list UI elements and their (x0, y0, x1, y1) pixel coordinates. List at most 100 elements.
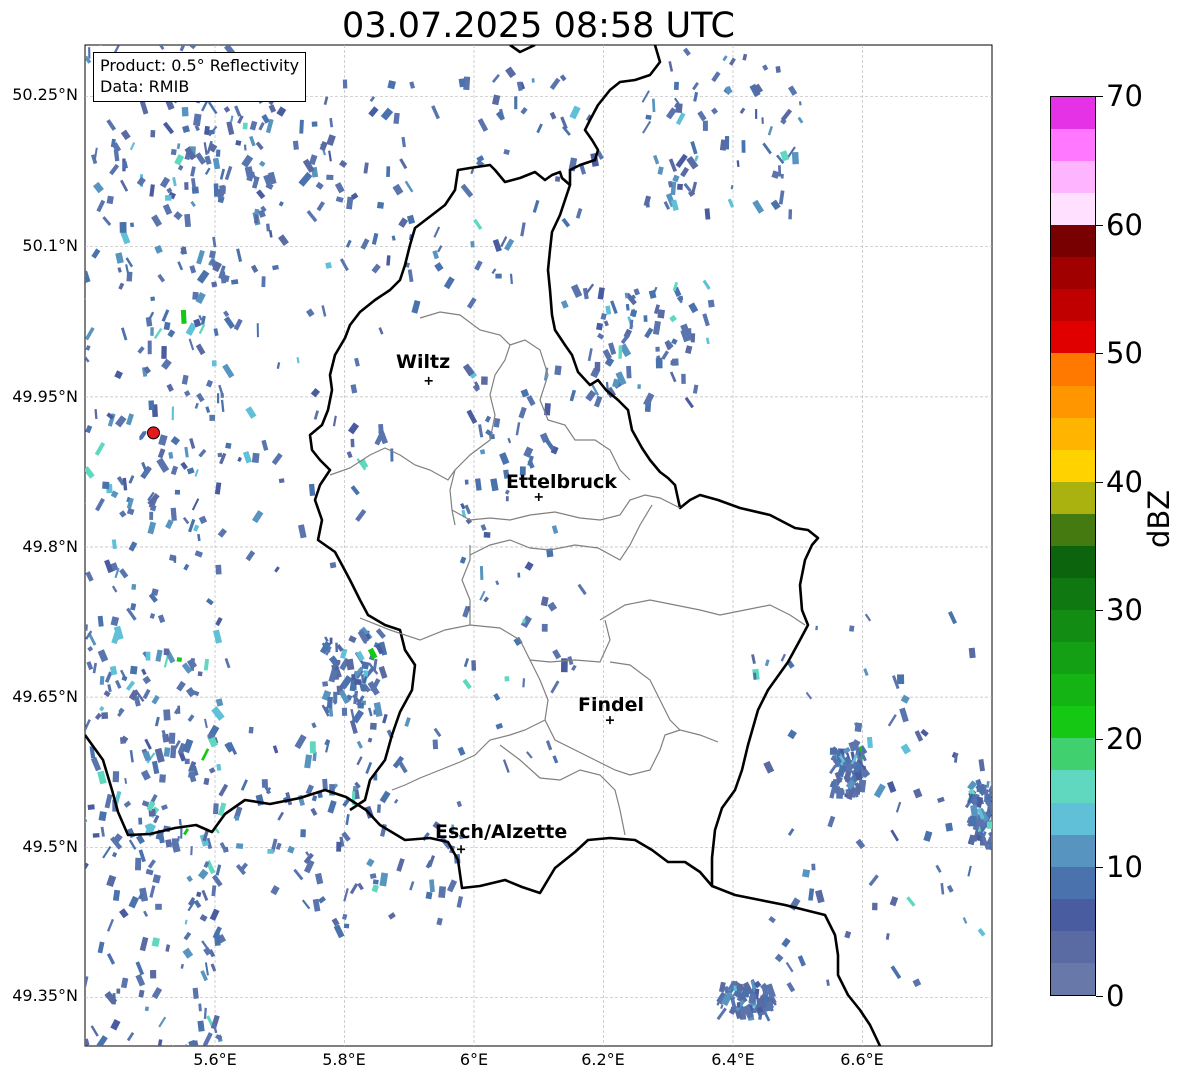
echo-cell (386, 166, 391, 178)
city-label-wiltz: Wiltz (396, 351, 451, 373)
echo-cell (58, 579, 67, 593)
echo-cell (425, 891, 433, 900)
echo-cell (322, 778, 328, 790)
echo-cell (184, 758, 190, 765)
echo-cell (74, 587, 81, 595)
echo-cell (170, 148, 177, 156)
echo-cell (991, 796, 992, 804)
echo-cell (681, 373, 686, 384)
echo-cell (357, 702, 364, 709)
echo-cell (554, 365, 562, 376)
echo-cell (788, 209, 793, 220)
echo-cell (60, 318, 71, 330)
colorbar-segment (1051, 481, 1095, 514)
lat-label: 49.8°N (22, 537, 78, 556)
echo-cell (791, 151, 799, 165)
echo-cell (145, 651, 151, 661)
echo-cell (55, 278, 61, 285)
lat-label: 49.65°N (12, 687, 78, 706)
echo-cell (657, 309, 665, 319)
echo-cell (61, 476, 67, 490)
echo-cell (209, 414, 216, 421)
echo-cell (155, 903, 162, 910)
echo-cell (815, 625, 818, 631)
echo-cell (471, 660, 477, 671)
echo-cell (168, 732, 176, 744)
echo-cell (848, 625, 855, 632)
lat-label: 49.95°N (12, 387, 78, 406)
lon-label: 5.8°E (322, 1050, 366, 1069)
echo-cell (309, 741, 316, 754)
echo-cell (50, 108, 61, 122)
echo-cell (618, 345, 623, 359)
echo-cell (994, 712, 1000, 718)
radar-map[interactable] (0, 0, 1184, 1081)
echo-cell (505, 496, 509, 502)
echo-cell (514, 96, 518, 110)
echo-cell (108, 18, 120, 30)
echo-cell (81, 1, 91, 16)
echo-cell (52, 808, 57, 815)
echo-cell (261, 276, 266, 288)
echo-cell (73, 1, 82, 11)
echo-cell (171, 838, 178, 845)
colorbar-tick-label: 50 (1106, 336, 1143, 371)
echo-cell (50, 1046, 54, 1053)
echo-cell (211, 281, 218, 288)
colorbar-segment (1051, 321, 1095, 354)
echo-cell (351, 674, 356, 680)
echo-cell (48, 776, 55, 785)
echo-cell (197, 671, 203, 677)
echo-cell (76, 753, 83, 759)
echo-cell (676, 183, 683, 191)
echo-cell (50, 651, 55, 657)
echo-cell (144, 1006, 149, 1012)
lat-label: 49.35°N (12, 986, 78, 1005)
echo-cell (211, 360, 217, 367)
echo-cell (376, 804, 381, 813)
colorbar-tick-mark (1096, 610, 1103, 612)
echo-cell (991, 816, 992, 828)
echo-cell (802, 869, 811, 878)
echo-cell (481, 376, 488, 385)
echo-cell (811, 863, 816, 871)
echo-cell (72, 783, 76, 791)
echo-cell (119, 221, 127, 233)
echo-cell (53, 26, 61, 37)
echo-cell (755, 109, 758, 119)
echo-cell (362, 685, 366, 692)
echo-cell (63, 598, 70, 609)
echo-cell (217, 452, 223, 458)
echo-cell (42, 633, 48, 642)
echo-cell (215, 564, 222, 575)
echo-cell (376, 201, 385, 209)
echo-cell (655, 357, 663, 369)
echo-cell (254, 214, 259, 224)
echo-cell (114, 1058, 118, 1063)
colorbar-tick-label: 0 (1106, 979, 1125, 1013)
echo-cell (470, 241, 475, 248)
echo-cell (182, 23, 190, 32)
echo-cell (733, 985, 737, 992)
echo-cell (165, 194, 172, 201)
colorbar-segment (1051, 802, 1095, 835)
colorbar-tick-label: 40 (1106, 464, 1143, 499)
echo-cell (47, 803, 52, 815)
echo-cell (845, 789, 850, 794)
echo-cell (181, 106, 189, 117)
echo-cell (36, 53, 46, 65)
echo-cell (70, 149, 75, 159)
echo-cell (129, 222, 135, 228)
lon-label: 6.6°E (840, 1050, 884, 1069)
echo-cell (742, 989, 750, 998)
echo-cell (994, 957, 1004, 970)
echo-cell (98, 0, 103, 13)
echo-cell (35, 966, 40, 973)
echo-cell (57, 670, 65, 680)
data-source-text: Data: RMIB (100, 77, 190, 96)
echo-cell (675, 103, 683, 114)
echo-cell (645, 114, 652, 120)
colorbar-tick-label: 70 (1106, 79, 1143, 113)
echo-cell (199, 15, 209, 26)
radar-site-marker (146, 426, 160, 440)
